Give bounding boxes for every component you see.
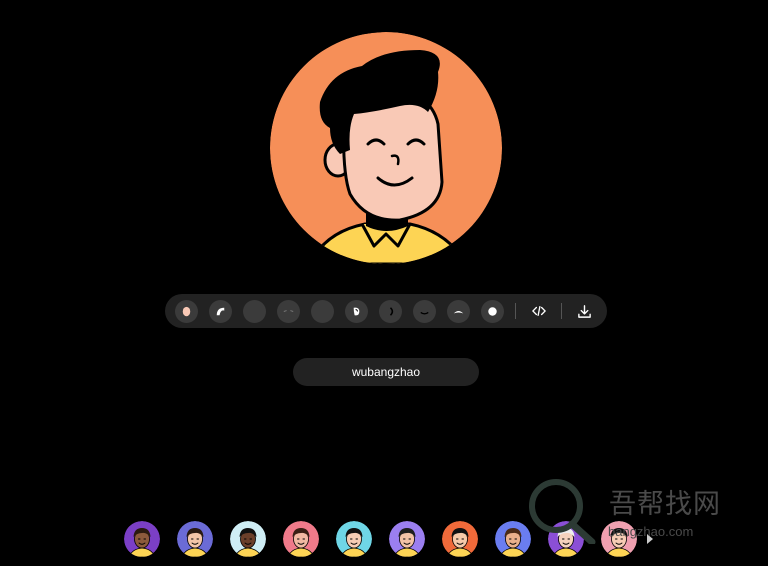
hat-option-button[interactable] bbox=[243, 299, 266, 323]
avatar-thumb[interactable] bbox=[177, 521, 213, 557]
ear-icon bbox=[353, 307, 360, 315]
avatar-thumb[interactable] bbox=[336, 521, 372, 557]
avatar-thumb-image bbox=[177, 521, 213, 557]
earring-icon bbox=[389, 306, 394, 316]
eyebrows-option-button[interactable] bbox=[277, 299, 300, 323]
empty-icon bbox=[315, 304, 330, 319]
face-option-button[interactable] bbox=[175, 299, 198, 323]
watermark: 吾帮找网 bangzhao.com bbox=[522, 474, 742, 544]
beard-option-button[interactable] bbox=[447, 299, 470, 323]
mouth-option-button[interactable] bbox=[413, 299, 436, 323]
magnifier-logo-icon bbox=[529, 479, 596, 544]
download-button[interactable] bbox=[573, 300, 596, 323]
glasses-option-button[interactable] bbox=[311, 299, 334, 323]
watermark-url: bangzhao.com bbox=[608, 524, 694, 539]
avatar-thumb[interactable] bbox=[124, 521, 160, 557]
hair-option-button[interactable] bbox=[209, 299, 232, 323]
avatar-toolbar bbox=[165, 294, 607, 328]
empty-icon bbox=[247, 304, 262, 319]
avatar-thumb-image bbox=[442, 521, 478, 557]
avatar-thumb[interactable] bbox=[230, 521, 266, 557]
avatar-name-input[interactable] bbox=[293, 358, 479, 386]
code-icon bbox=[531, 305, 546, 317]
toolbar-divider bbox=[515, 303, 516, 319]
main-avatar bbox=[270, 32, 502, 264]
ear-option-button[interactable] bbox=[345, 299, 368, 323]
avatar-thumb[interactable] bbox=[283, 521, 319, 557]
code-button[interactable] bbox=[527, 300, 550, 323]
face-icon bbox=[182, 306, 191, 316]
avatar-thumb-image bbox=[336, 521, 372, 557]
avatar-thumb[interactable] bbox=[442, 521, 478, 557]
avatar-thumb[interactable] bbox=[389, 521, 425, 557]
hair-icon bbox=[216, 307, 225, 315]
toolbar-divider bbox=[561, 303, 562, 319]
eyebrows-icon bbox=[283, 309, 294, 312]
dot-icon bbox=[488, 306, 497, 316]
watermark-title: 吾帮找网 bbox=[609, 489, 721, 520]
avatar-thumb-image bbox=[283, 521, 319, 557]
avatar-thumb-image bbox=[124, 521, 160, 557]
avatar-thumb-image bbox=[230, 521, 266, 557]
beard-icon bbox=[453, 310, 464, 313]
shirt-option-button[interactable] bbox=[481, 299, 504, 323]
avatar-thumb-image bbox=[389, 521, 425, 557]
earring-option-button[interactable] bbox=[379, 299, 402, 323]
download-icon bbox=[578, 304, 591, 318]
mouth-icon bbox=[420, 311, 429, 314]
